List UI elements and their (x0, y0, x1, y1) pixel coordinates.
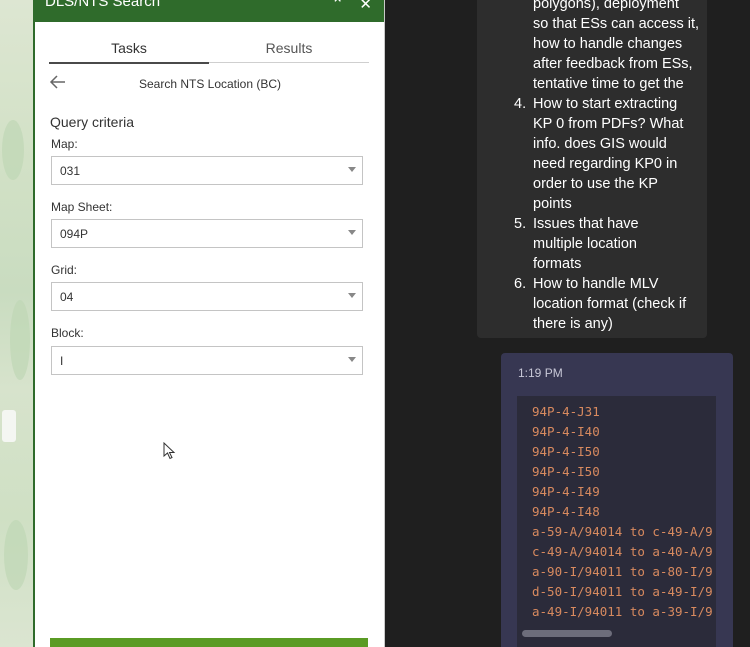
code-line: c-49-A/94014 to a-40-A/9 (532, 544, 713, 559)
horizontal-scrollbar[interactable] (522, 630, 612, 637)
message-line: after feedback from ESs, (533, 56, 693, 72)
list-number: 6. (514, 276, 527, 292)
back-arrow-icon[interactable] (49, 73, 69, 93)
map-sheet-value: 094P (60, 227, 89, 241)
map-terrain (10, 300, 30, 380)
message-line: tentative time to get the (533, 76, 684, 92)
list-item-line: How to handle MLV (533, 276, 659, 292)
map-feature (2, 410, 16, 442)
grid-select-value: 04 (60, 290, 74, 304)
panel-tabs: Tasks Results (49, 36, 369, 64)
map-background (0, 0, 34, 647)
list-item-line: order to use the KP (533, 176, 658, 192)
tab-results[interactable]: Results (209, 40, 369, 56)
block-select-value: I (60, 354, 64, 368)
code-line: 94P-4-I49 (532, 484, 600, 499)
chevron-down-icon (348, 230, 356, 235)
list-item-line: KP 0 from PDFs? What (533, 116, 684, 132)
section-title: Query criteria (50, 114, 135, 130)
code-line: 94P-4-J31 (532, 404, 600, 419)
list-item-line: How to start extracting (533, 96, 678, 112)
message-timestamp: 1:19 PM (518, 366, 563, 380)
tab-tasks[interactable]: Tasks (49, 40, 209, 64)
code-line: 94P-4-I50 (532, 444, 600, 459)
chevron-down-icon (348, 357, 356, 362)
search-button[interactable] (50, 638, 368, 647)
grid-label: Grid: (51, 263, 78, 277)
list-item-line: Issues that have (533, 216, 639, 232)
code-line: a-59-A/94014 to c-49-A/9 (532, 524, 713, 539)
panel-header: DLS/NTS Search ⌃ ✕ (35, 0, 384, 22)
search-panel: DLS/NTS Search ⌃ ✕ Tasks Results Search … (33, 0, 385, 647)
panel-subtitle: Search NTS Location (BC) (138, 77, 282, 91)
message-line: how to handle changes (533, 36, 683, 52)
block-label: Block: (51, 326, 84, 340)
collapse-icon[interactable]: ⌃ (331, 0, 344, 13)
list-item-line: formats (533, 256, 582, 272)
map-select[interactable]: 031 (51, 156, 363, 185)
map-label: Map: (51, 137, 78, 151)
panel-title: DLS/NTS Search (45, 0, 161, 10)
code-line: 94P-4-I50 (532, 464, 600, 479)
list-item-line: there is any) (533, 316, 613, 332)
message-line: polygons), deployment (533, 0, 679, 12)
chevron-down-icon (348, 293, 356, 298)
code-line: d-50-I/94011 to a-49-I/9 (532, 584, 713, 599)
list-item-line: points (533, 196, 572, 212)
map-select-value: 031 (60, 164, 81, 178)
map-terrain (2, 120, 24, 180)
map-sheet-select[interactable]: 094P (51, 219, 363, 248)
list-item-line: need regarding KP0 in (533, 156, 678, 172)
map-sheet-label: Map Sheet: (51, 200, 113, 214)
close-icon[interactable]: ✕ (359, 0, 372, 13)
chevron-down-icon (348, 167, 356, 172)
chat-area: polygons), deployment so that ESs can ac… (385, 0, 750, 647)
code-line: 94P-4-I40 (532, 424, 600, 439)
grid-select[interactable]: 04 (51, 282, 363, 311)
code-line: a-90-I/94011 to a-80-I/9 (532, 564, 713, 579)
chat-message: 1:19 PM 94P-4-J31 94P-4-I40 94P-4-I50 94… (501, 353, 733, 647)
code-line: 94P-4-I48 (532, 504, 600, 519)
mouse-cursor-icon (163, 442, 176, 460)
list-item-line: multiple location (533, 236, 637, 252)
code-block[interactable]: 94P-4-J31 94P-4-I40 94P-4-I50 94P-4-I50 … (517, 396, 716, 647)
list-number: 4. (514, 96, 527, 112)
code-line: a-49-I/94011 to a-39-I/9 (532, 604, 713, 619)
message-line: so that ESs can access it, (533, 16, 700, 32)
block-select[interactable]: I (51, 346, 363, 375)
list-item-line: info. does GIS would (533, 136, 667, 152)
list-number: 5. (514, 216, 527, 232)
map-terrain (4, 520, 28, 590)
list-item-line: location format (check if (533, 296, 687, 312)
